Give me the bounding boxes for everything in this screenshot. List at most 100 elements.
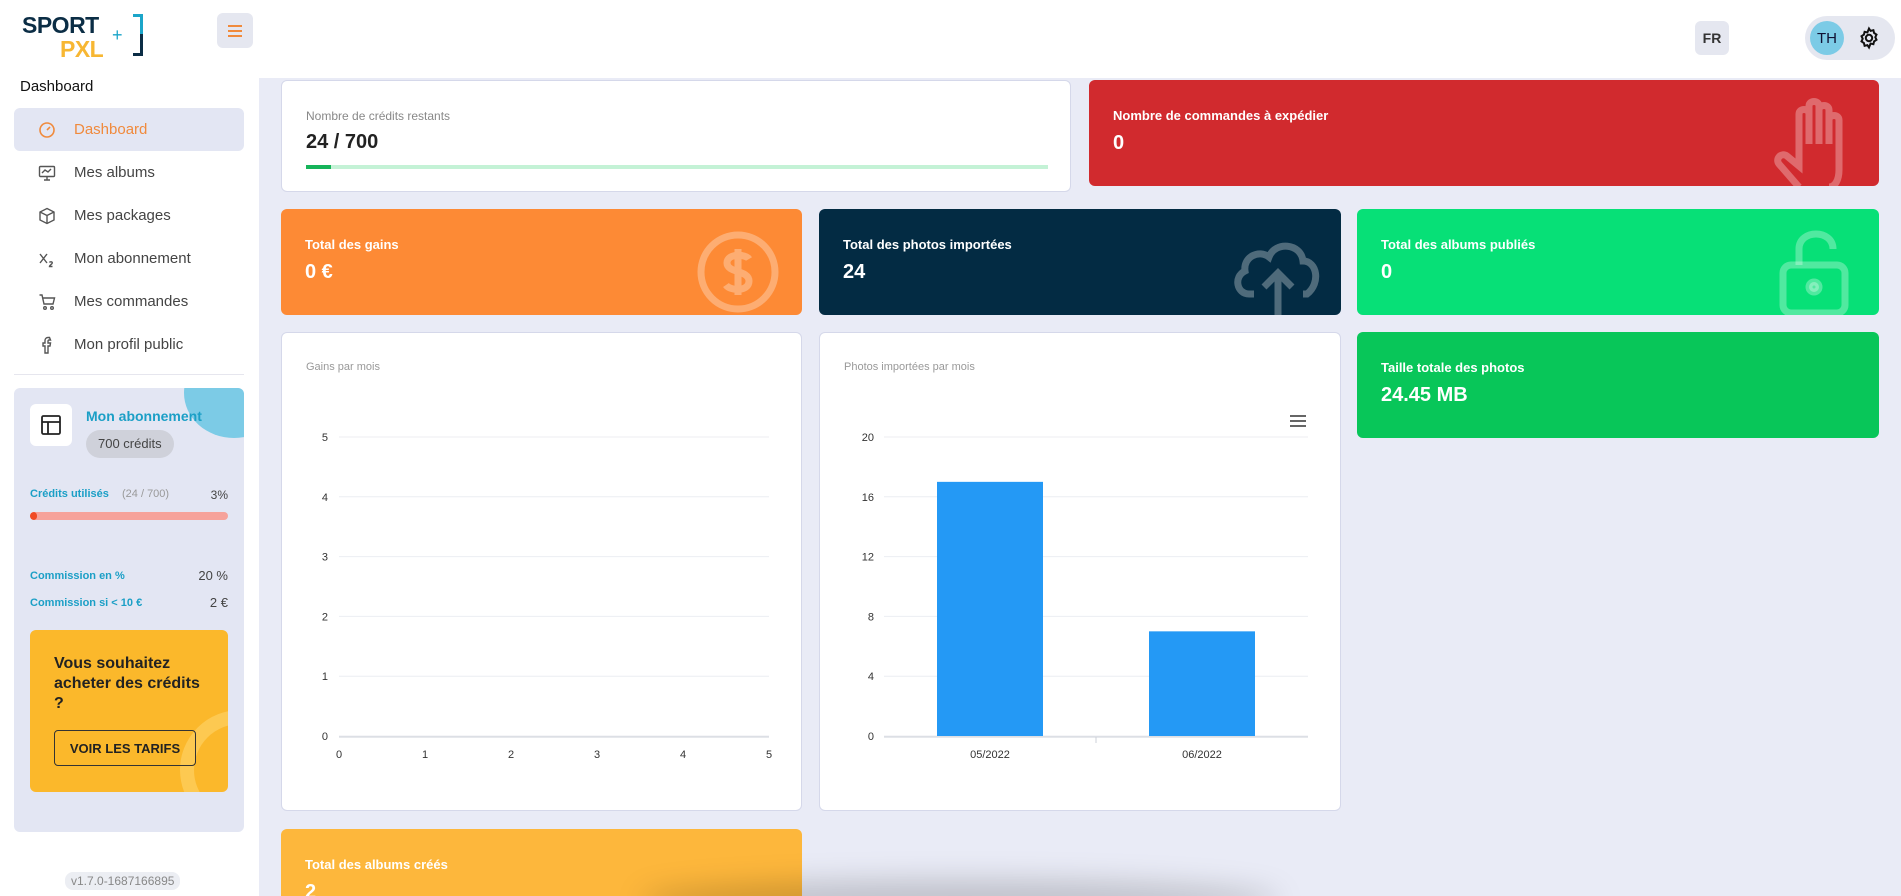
- total-photo-size-label: Taille totale des photos: [1381, 360, 1525, 375]
- total-earnings-value: 0 €: [305, 261, 333, 283]
- x-tick-label: 1: [422, 749, 428, 761]
- commission-percent-label: Commission en %: [30, 570, 125, 582]
- logo-text-pxl: PXL: [60, 36, 104, 62]
- sidebar-item-label: Dashboard: [74, 121, 148, 138]
- x-tick-label: 05/2022: [970, 749, 1010, 761]
- earnings-per-month-chart: 0 1 2 3 4 5 0 1 2 3 4 5: [322, 432, 772, 761]
- buy-credits-promo: Vous souhaitez acheter des crédits ? VOI…: [30, 630, 228, 792]
- logo-text-sport: SPORT: [22, 12, 99, 38]
- total-photo-size-value: 24.45 MB: [1381, 384, 1468, 406]
- credits-used-detail: (24 / 700): [122, 488, 170, 500]
- hand-stop-icon: [1774, 98, 1843, 186]
- sidebar-item-label: Mes albums: [74, 164, 155, 181]
- top-header: SPORT PXL + FR TH: [0, 0, 1901, 78]
- sidebar-item-subscription[interactable]: Mon abonnement: [14, 237, 244, 280]
- credits-used-progress-bar: [30, 512, 228, 520]
- dashboard-gauge-icon: [39, 122, 55, 138]
- menu-toggle-button[interactable]: [217, 13, 253, 48]
- promo-text: Vous souhaitez acheter des crédits ?: [54, 655, 200, 712]
- credits-used-progress-fill: [30, 512, 37, 520]
- total-earnings-label: Total des gains: [305, 237, 399, 252]
- albums-created-label: Total des albums créés: [305, 857, 448, 872]
- subscript-x2-icon: [39, 253, 54, 268]
- albums-published-value: 0: [1381, 261, 1393, 283]
- photos-imported-card: Total des photos importées 24: [819, 209, 1341, 315]
- y-tick-label: 5: [322, 432, 328, 444]
- credits-remaining-progress-fill: [306, 165, 332, 169]
- y-tick-label: 20: [862, 432, 874, 444]
- facebook-icon: [42, 336, 52, 354]
- avatar[interactable]: TH: [1810, 21, 1844, 55]
- logo-bracket-accent-icon: [133, 14, 143, 34]
- photos-imported-label: Total des photos importées: [843, 237, 1012, 252]
- y-tick-label: 12: [862, 552, 874, 564]
- y-tick-label: 0: [322, 731, 328, 743]
- credits-remaining-progress-bar: [306, 165, 1048, 169]
- cloud-upload-icon: [1234, 242, 1320, 315]
- credits-remaining-value: 24 / 700: [306, 131, 379, 153]
- x-tick-label: 4: [680, 749, 686, 761]
- total-photo-size-card: Taille totale des photos 24.45 MB: [1357, 332, 1879, 438]
- hamburger-icon: [228, 29, 242, 32]
- commission-small-value: 2 €: [209, 595, 228, 610]
- view-pricing-button[interactable]: VOIR LES TARIFS: [54, 730, 196, 766]
- x-tick-label: 06/2022: [1182, 749, 1222, 761]
- earnings-per-month-chart-card: Gains par mois 012345012345: [281, 332, 802, 811]
- subscription-card: Mon abonnement 700 crédits Crédits utili…: [14, 388, 244, 832]
- commission-small-label: Commission si < 10 €: [30, 597, 143, 609]
- unlocked-padlock-icon: [1779, 230, 1849, 315]
- photos-imported-value: 24: [843, 261, 866, 283]
- shopping-cart-icon: [39, 294, 56, 310]
- monitor-album-icon: [38, 165, 56, 181]
- y-tick-label: 1: [322, 671, 328, 683]
- credits-badge: 700 crédits: [86, 430, 174, 458]
- sidebar-item-label: Mes commandes: [74, 293, 189, 310]
- y-tick-label: 4: [322, 492, 328, 504]
- y-tick-label: 2: [322, 611, 328, 623]
- sidebar: Dashboard Dashboard Mes albums Mes packa…: [0, 78, 259, 896]
- sidebar-item-packages[interactable]: Mes packages: [14, 194, 244, 237]
- credits-remaining-card: Nombre de crédits restants 24 / 700: [281, 80, 1071, 192]
- language-selector[interactable]: FR: [1695, 21, 1729, 55]
- sidebar-item-orders[interactable]: Mes commandes: [14, 280, 244, 323]
- subscription-title: Mon abonnement: [86, 408, 202, 424]
- x-tick-label: 0: [336, 749, 342, 761]
- y-tick-label: 0: [868, 731, 874, 743]
- sidebar-item-public-profile[interactable]: Mon profil public: [14, 323, 244, 366]
- y-tick-label: 4: [868, 671, 874, 683]
- total-earnings-card: Total des gains 0 €: [281, 209, 802, 315]
- x-tick-label: 5: [766, 749, 772, 761]
- sidebar-item-label: Mon abonnement: [74, 250, 191, 267]
- app-version: v1.7.0-1687166895: [65, 872, 181, 890]
- logo-plus-icon: +: [112, 25, 123, 45]
- table-layout-icon: [41, 415, 61, 435]
- sidebar-item-dashboard[interactable]: Dashboard: [14, 108, 244, 151]
- y-tick-label: 8: [868, 611, 874, 623]
- orders-to-ship-card: Nombre de commandes à expédier 0: [1089, 80, 1879, 186]
- orders-to-ship-label: Nombre de commandes à expédier: [1113, 108, 1329, 123]
- credits-remaining-label: Nombre de crédits restants: [306, 109, 451, 123]
- user-menu[interactable]: TH: [1805, 16, 1895, 60]
- photos-per-month-chart: 0 4 8 12 16 20 05/2022 06/2022: [862, 432, 1308, 761]
- x-tick-label: 3: [594, 749, 600, 761]
- sidebar-item-albums[interactable]: Mes albums: [14, 151, 244, 194]
- y-tick-label: 3: [322, 552, 328, 564]
- orders-to-ship-value: 0: [1113, 132, 1125, 154]
- albums-published-card: Total des albums publiés 0: [1357, 209, 1879, 315]
- gear-icon[interactable]: [1857, 26, 1881, 50]
- commission-percent-value: 20 %: [198, 568, 228, 583]
- bar: [1149, 631, 1255, 736]
- sidebar-title: Dashboard: [20, 78, 94, 95]
- photos-per-month-chart-card: Photos importées par mois 0 4 8 12 16 20 05/20…: [819, 332, 1341, 811]
- sportpxl-logo[interactable]: SPORT PXL +: [20, 10, 145, 62]
- sidebar-item-label: Mon profil public: [74, 336, 184, 353]
- bar: [937, 481, 1043, 736]
- package-box-icon: [39, 207, 55, 225]
- y-tick-label: 16: [862, 492, 874, 504]
- albums-published-label: Total des albums publiés: [1381, 237, 1536, 252]
- hamburger-icon: [228, 34, 242, 37]
- dollar-coin-icon: [697, 231, 779, 313]
- subscription-icon-box: [30, 404, 72, 446]
- albums-created-value: 2: [305, 881, 317, 896]
- credits-used-percent: 3%: [210, 488, 228, 502]
